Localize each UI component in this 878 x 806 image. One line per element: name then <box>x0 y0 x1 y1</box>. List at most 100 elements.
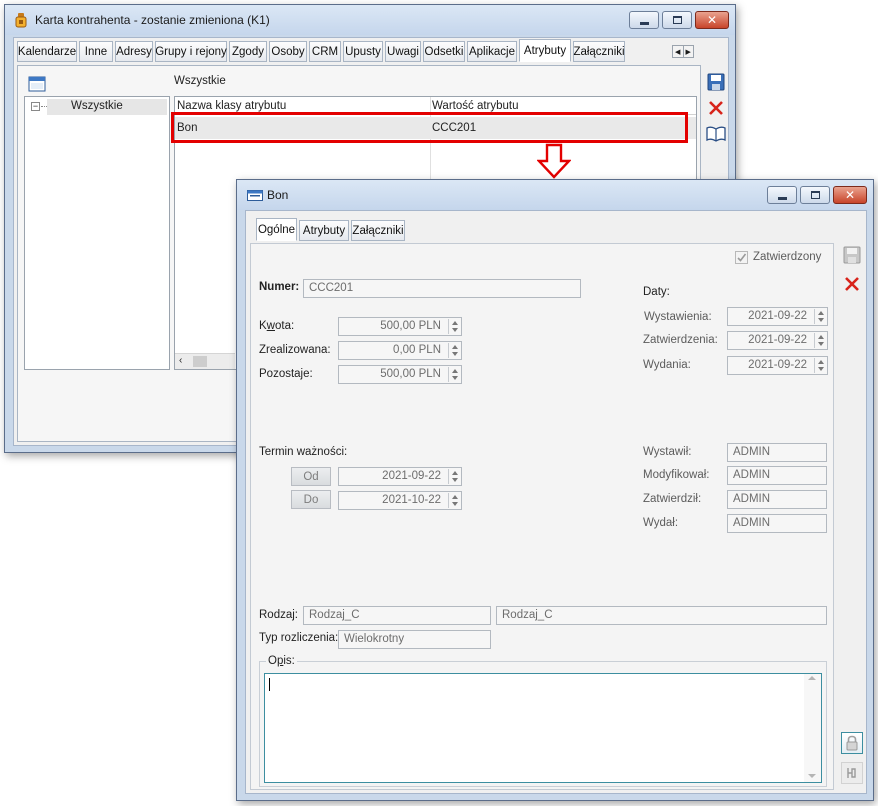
tab-0[interactable]: Kalendarze <box>17 41 77 62</box>
maximize-button[interactable] <box>662 11 692 29</box>
cancel-button[interactable] <box>841 273 863 295</box>
valid-from-button[interactable]: Od <box>291 467 331 486</box>
remaining-spinner[interactable] <box>448 367 460 382</box>
valid-to-field[interactable]: 2021-10-22 <box>338 491 462 510</box>
column-header-value[interactable]: Wartość atrybutu <box>432 100 519 112</box>
number-field[interactable]: CCC201 <box>303 279 581 298</box>
voucher-body: Ogólne Atrybuty Załączniki Zatwierdzony Nu… <box>245 210 867 794</box>
attribute-class-tree: − Wszystkie <box>24 96 170 370</box>
app-icon <box>15 13 27 28</box>
realized-spinner[interactable] <box>448 343 460 358</box>
issued-by-field[interactable]: ADMIN <box>727 443 827 462</box>
tab-scroll[interactable]: ◀ ▶ <box>672 45 694 58</box>
issue-date-spinner[interactable] <box>814 309 826 324</box>
horizontal-scrollbar[interactable]: ‹ <box>175 353 235 369</box>
close-button[interactable]: ✕ <box>833 186 867 204</box>
type-label: Rodzaj: <box>259 609 298 621</box>
valid-from-field[interactable]: 2021-09-22 <box>338 467 462 486</box>
approval-date-field[interactable]: 2021-09-22 <box>727 331 828 350</box>
description-textarea[interactable] <box>264 673 822 783</box>
voucher-icon <box>247 190 263 201</box>
scroll-left-arrow-icon[interactable]: ‹ <box>179 355 182 366</box>
tab-4[interactable]: Zgody <box>229 41 267 62</box>
tree-line <box>41 106 47 107</box>
highlight-frame <box>171 112 688 143</box>
save-button[interactable] <box>841 244 863 266</box>
minimize-button[interactable] <box>629 11 659 29</box>
tab-1[interactable]: Inne <box>79 41 113 62</box>
tab-2[interactable]: Adresy <box>115 41 153 62</box>
tab-10[interactable]: Aplikacje <box>467 41 517 62</box>
close-button[interactable]: ✕ <box>695 11 729 29</box>
tab-11[interactable]: Atrybuty <box>519 39 571 62</box>
scrollbar-thumb[interactable] <box>193 356 207 367</box>
approval-date-spinner[interactable] <box>814 333 826 348</box>
floppy-disk-icon <box>843 246 861 264</box>
save-button[interactable] <box>705 71 727 93</box>
close-icon: ✕ <box>844 188 856 202</box>
issue-date-label: Wystawienia: <box>644 311 712 323</box>
remaining-field[interactable]: 500,00 PLN <box>338 365 462 384</box>
tab-2[interactable]: Załączniki <box>351 220 405 241</box>
scroll-right-icon[interactable]: ▶ <box>682 46 694 57</box>
help-button[interactable] <box>705 123 727 145</box>
floppy-disk-icon <box>707 73 725 91</box>
realized-field[interactable]: 0,00 PLN <box>338 341 462 360</box>
remaining-value: 500,00 PLN <box>380 368 441 380</box>
red-x-icon <box>709 101 723 115</box>
pin-button[interactable] <box>841 762 863 784</box>
tab-7[interactable]: Upusty <box>343 41 383 62</box>
tree-view-button[interactable] <box>26 73 48 95</box>
tab-6[interactable]: CRM <box>309 41 341 62</box>
issue-date-field[interactable]: 2021-09-22 <box>727 307 828 326</box>
maximize-button[interactable] <box>800 186 830 204</box>
description-scrollbar[interactable] <box>804 674 821 782</box>
approved-checkbox[interactable] <box>735 251 748 264</box>
approved-by-field[interactable]: ADMIN <box>727 490 827 509</box>
release-date-spinner[interactable] <box>814 358 826 373</box>
realized-value: 0,00 PLN <box>393 344 441 356</box>
released-by-field[interactable]: ADMIN <box>727 514 827 533</box>
close-icon: ✕ <box>706 13 718 27</box>
description-label: Opis: <box>266 655 297 667</box>
release-date-field[interactable]: 2021-09-22 <box>727 356 828 375</box>
approval-date-label: Zatwierdzenia: <box>643 334 718 346</box>
tree-node-all[interactable]: Wszystkie <box>71 100 123 112</box>
scroll-down-icon[interactable] <box>808 774 816 778</box>
maximize-icon <box>810 191 820 199</box>
valid-from-value: 2021-09-22 <box>382 470 441 482</box>
amount-spinner[interactable] <box>448 319 460 334</box>
tab-12[interactable]: Załączniki <box>573 41 625 62</box>
modified-by-field[interactable]: ADMIN <box>727 466 827 485</box>
scroll-up-icon[interactable] <box>808 676 816 680</box>
scroll-left-icon[interactable]: ◀ <box>673 46 683 57</box>
approval-date-value: 2021-09-22 <box>748 334 807 346</box>
release-date-label: Wydania: <box>643 359 691 371</box>
contractor-card-titlebar[interactable]: Karta kontrahenta - zostanie zmieniona (… <box>5 5 735 35</box>
tab-1[interactable]: Atrybuty <box>299 220 349 241</box>
minimize-button[interactable] <box>767 186 797 204</box>
settlement-type-field[interactable]: Wielokrotny <box>338 630 491 649</box>
tab-8[interactable]: Uwagi <box>385 41 421 62</box>
column-header-name[interactable]: Nazwa klasy atrybutu <box>177 100 286 112</box>
valid-to-spinner[interactable] <box>448 493 460 508</box>
type-name-field[interactable]: Rodzaj_C <box>496 606 827 625</box>
remaining-label: Pozostaje: <box>259 368 313 380</box>
cancel-button[interactable] <box>705 97 727 119</box>
number-label: Numer: <box>259 281 300 293</box>
tab-5[interactable]: Osoby <box>269 41 307 62</box>
issued-by-label: Wystawił: <box>643 446 692 458</box>
voucher-titlebar[interactable]: Bon ✕ <box>237 180 873 210</box>
approved-by-label: Zatwierdził: <box>643 493 702 505</box>
lock-button[interactable] <box>841 732 863 754</box>
valid-from-spinner[interactable] <box>448 469 460 484</box>
amount-field[interactable]: 500,00 PLN <box>338 317 462 336</box>
tab-3[interactable]: Grupy i rejony <box>155 41 227 62</box>
released-by-label: Wydał: <box>643 517 679 529</box>
tree-collapse-icon[interactable]: − <box>31 102 40 111</box>
tab-0[interactable]: Ogólne <box>256 218 297 241</box>
type-code-field[interactable]: Rodzaj_C <box>303 606 491 625</box>
tab-9[interactable]: Odsetki <box>423 41 465 62</box>
valid-to-button[interactable]: Do <box>291 490 331 509</box>
contractor-tabs: Kalendarze Inne Adresy Grupy i rejony Zgody O… <box>17 39 657 65</box>
